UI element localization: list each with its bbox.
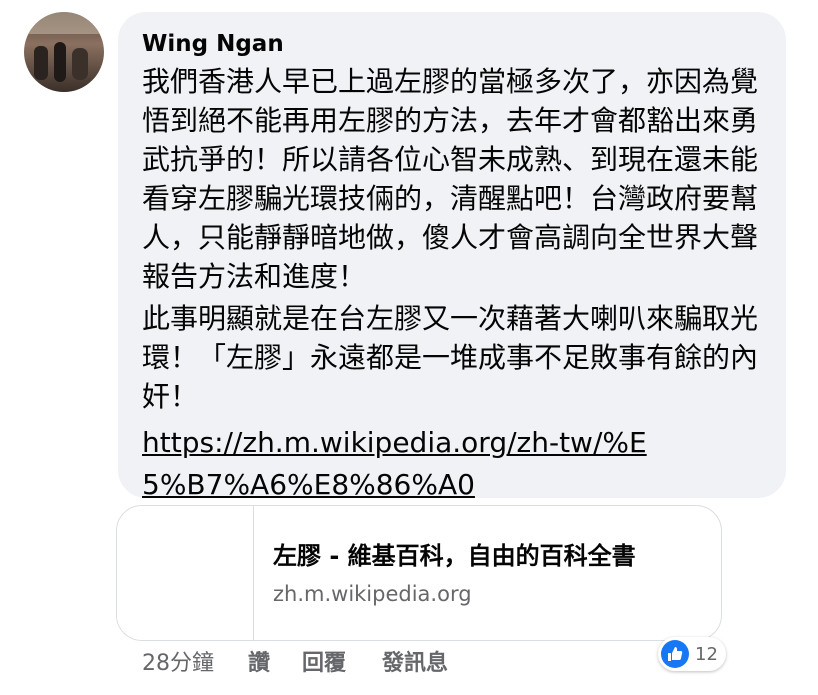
- avatar[interactable]: [24, 12, 104, 92]
- link-preview-card[interactable]: 左膠 - 維基百科，自由的百科全書 zh.m.wikipedia.org: [116, 505, 722, 641]
- send-message-button[interactable]: 發訊息: [382, 645, 448, 677]
- avatar-figure: [54, 42, 66, 82]
- comment-link[interactable]: https://zh.m.wikipedia.org/zh-tw/%E5%B7%…: [142, 422, 662, 506]
- link-preview-thumbnail: [117, 506, 254, 640]
- avatar-figure: [72, 48, 88, 80]
- comment-bubble: Wing Ngan 我們香港人早已上過左膠的當極多次了，亦因為覺悟到絕不能再用左…: [118, 12, 786, 501]
- avatar-background: [24, 12, 104, 34]
- avatar-figure: [34, 46, 48, 80]
- reaction-count: 12: [695, 643, 718, 665]
- link-preview-title: 左膠 - 維基百科，自由的百科全書: [273, 542, 636, 570]
- reaction-summary[interactable]: 12: [658, 637, 726, 671]
- reply-button[interactable]: 回覆: [302, 645, 346, 677]
- comment-timestamp[interactable]: 28分鐘: [142, 645, 214, 677]
- comment-body: 我們香港人早已上過左膠的當極多次了，亦因為覺悟到絕不能再用左膠的方法，去年才會都…: [142, 62, 762, 506]
- comment-paragraph: 我們香港人早已上過左膠的當極多次了，亦因為覺悟到絕不能再用左膠的方法，去年才會都…: [142, 65, 759, 293]
- comment-paragraph: 此事明顯就是在台左膠又一次藉著大喇叭來騙取光環！「左膠」永遠都是一堆成事不足敗事…: [142, 302, 759, 413]
- comment-actions: 28分鐘 讚 回覆 發訊息: [142, 645, 448, 677]
- comment-page: Wing Ngan 我們香港人早已上過左膠的當極多次了，亦因為覺悟到絕不能再用左…: [0, 0, 818, 695]
- like-icon: [661, 640, 689, 668]
- link-preview-domain: zh.m.wikipedia.org: [273, 582, 472, 606]
- comment-author[interactable]: Wing Ngan: [142, 28, 762, 60]
- like-button[interactable]: 讚: [248, 645, 270, 677]
